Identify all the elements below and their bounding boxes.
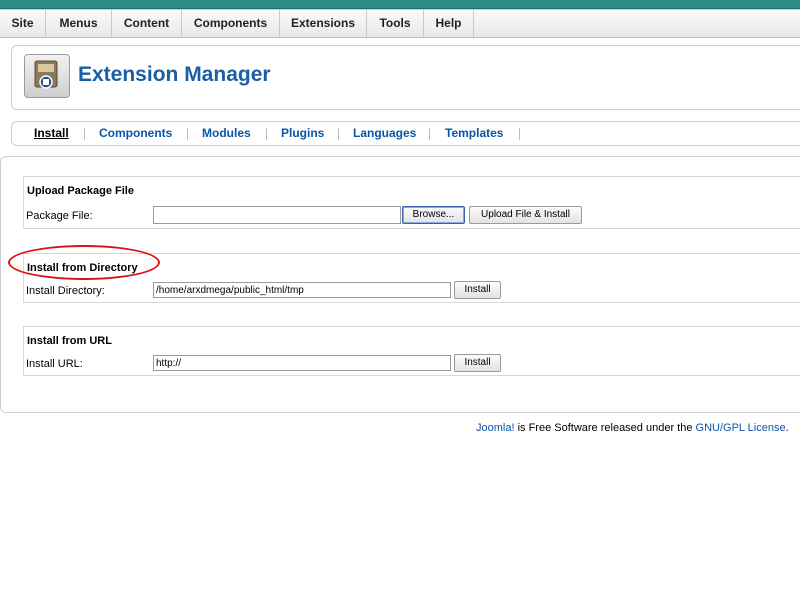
menu-tools[interactable]: Tools [367, 10, 424, 37]
gnu-gpl-license-link[interactable]: GNU/GPL License [696, 422, 786, 434]
tab-separator [187, 128, 188, 140]
url-section-title: Install from URL [27, 335, 112, 347]
install-url-label: Install URL: [26, 358, 83, 370]
menubar: Site Menus Content Components Extensions… [0, 9, 800, 38]
install-url-input[interactable] [153, 355, 451, 371]
header-panel: Extension Manager [11, 45, 800, 110]
joomla-link[interactable]: Joomla! [476, 422, 515, 434]
footer: Joomla! is Free Software released under … [476, 422, 789, 434]
install-url-button[interactable]: Install [454, 354, 501, 372]
upload-install-button[interactable]: Upload File & Install [469, 206, 582, 224]
install-url-section: Install from URL Install URL: Install [23, 326, 800, 376]
tab-separator [84, 128, 85, 140]
page-title: Extension Manager [78, 63, 271, 86]
submenu-tabs: Install Components Modules Plugins Langu… [11, 121, 800, 146]
footer-period: . [785, 422, 789, 434]
tab-install[interactable]: Install [34, 122, 69, 145]
tab-plugins[interactable]: Plugins [281, 122, 324, 145]
tab-modules[interactable]: Modules [202, 122, 251, 145]
tab-separator [519, 128, 520, 140]
browse-button[interactable]: Browse... [402, 206, 465, 224]
tab-separator [429, 128, 430, 140]
menu-components[interactable]: Components [182, 10, 280, 37]
install-panel: Upload Package File Package File: Browse… [0, 156, 800, 413]
tab-templates[interactable]: Templates [445, 122, 503, 145]
tab-separator [338, 128, 339, 140]
tab-languages[interactable]: Languages [353, 122, 416, 145]
install-directory-input[interactable] [153, 282, 451, 298]
upload-package-section: Upload Package File Package File: Browse… [23, 176, 800, 229]
package-file-label: Package File: [26, 210, 93, 222]
menu-help[interactable]: Help [424, 10, 474, 37]
upload-section-title: Upload Package File [27, 185, 134, 197]
tab-separator [266, 128, 267, 140]
menu-extensions[interactable]: Extensions [280, 10, 367, 37]
install-directory-button[interactable]: Install [454, 281, 501, 299]
extension-manager-icon [24, 54, 70, 98]
menu-content[interactable]: Content [112, 10, 182, 37]
tab-components[interactable]: Components [99, 122, 172, 145]
red-annotation-oval [8, 245, 160, 280]
menu-menus[interactable]: Menus [46, 10, 112, 37]
package-file-input[interactable] [153, 206, 401, 224]
top-accent-bar [0, 0, 800, 9]
footer-text: is Free Software released under the [514, 422, 696, 434]
install-directory-label: Install Directory: [26, 285, 105, 297]
menu-site[interactable]: Site [0, 10, 46, 37]
